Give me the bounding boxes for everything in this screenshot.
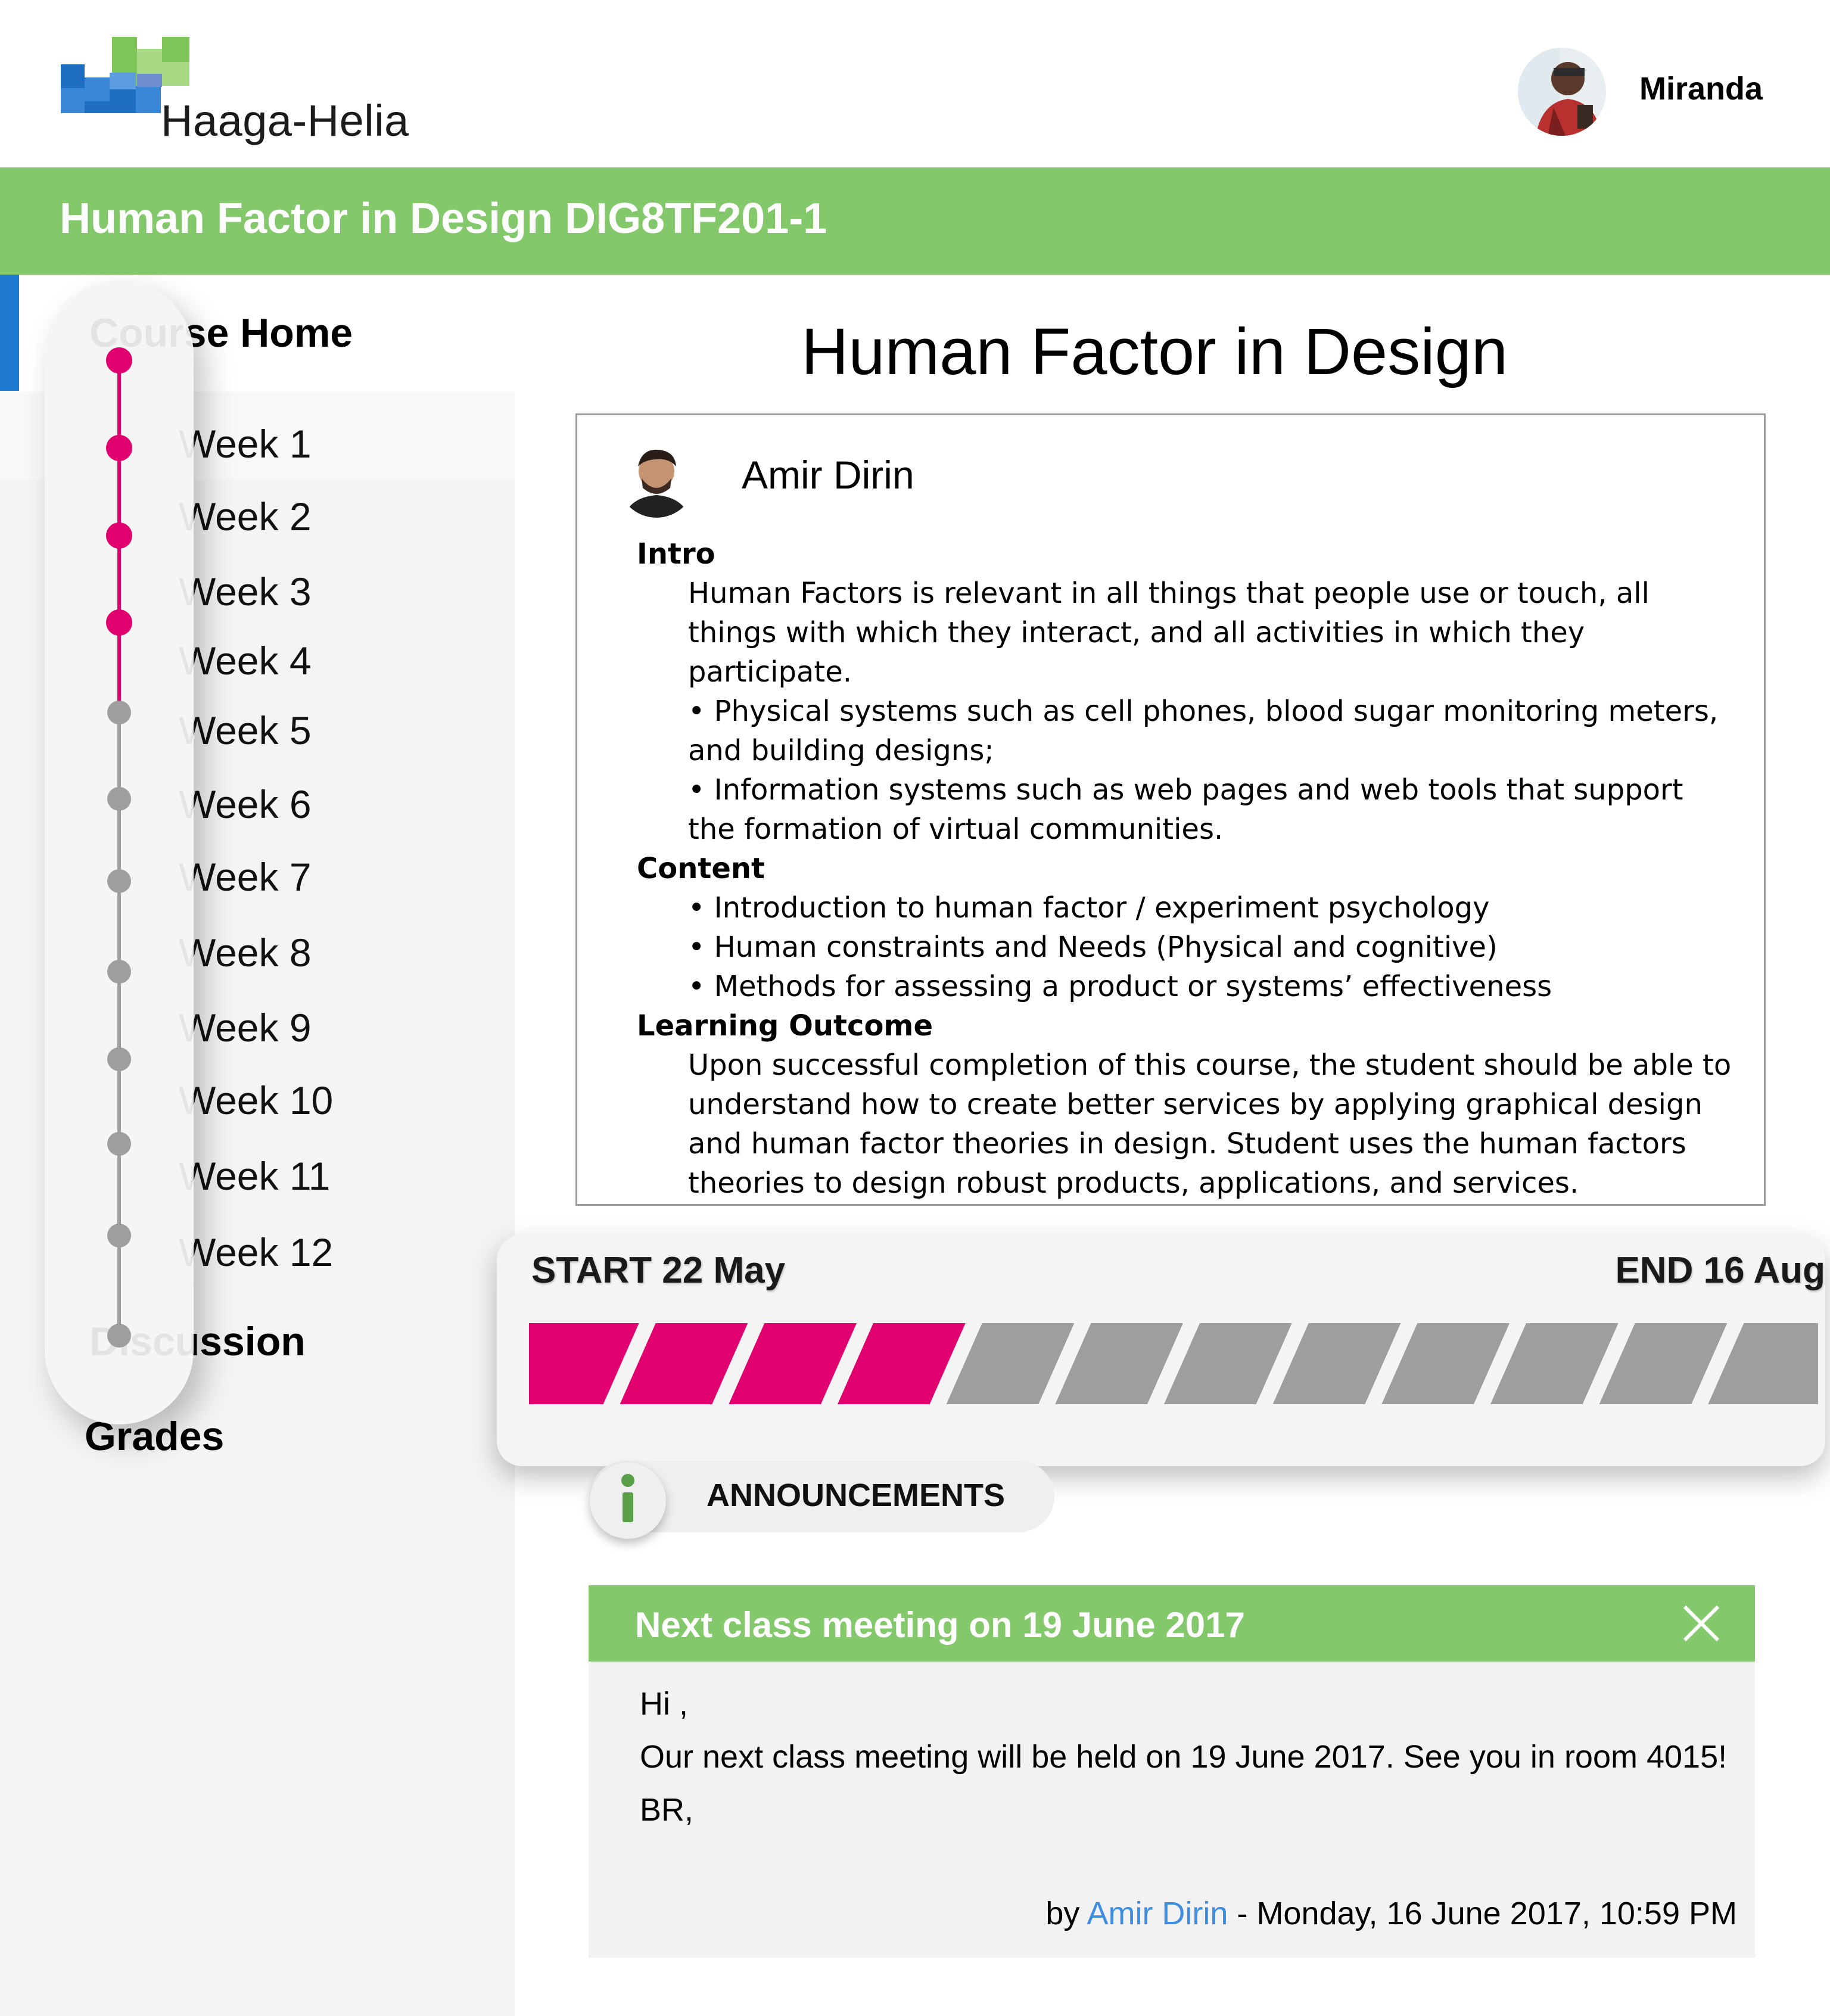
author-link[interactable]: Amir Dirin: [1087, 1896, 1228, 1931]
timeline-graphic: [106, 347, 132, 1348]
section-heading-content: Content: [637, 852, 765, 885]
announcement-signoff: BR,: [640, 1792, 694, 1828]
logo-text: Haaga-Helia: [161, 96, 409, 145]
sidebar-item-week-12[interactable]: Week 12: [179, 1230, 333, 1275]
intro-bullet: • Physical systems such as cell phones, …: [688, 695, 1719, 767]
announcement-greeting: Hi ,: [640, 1686, 688, 1722]
timeline-node-week-11: [107, 1224, 131, 1247]
timeline-node-week-4: [106, 609, 132, 636]
timeline-node-week-10: [107, 1132, 131, 1156]
by-label: by: [1045, 1896, 1080, 1931]
progress-segment-11: [1599, 1323, 1728, 1404]
timeline-node-week-9: [107, 1047, 131, 1071]
sidebar-item-week-5[interactable]: Week 5: [179, 708, 312, 753]
week-progress-timeline: [45, 281, 194, 1424]
announcement-title: Next class meeting on 19 June 2017: [635, 1605, 1245, 1645]
timeline-node-week-6: [107, 787, 131, 811]
progress-segment-6: [1055, 1323, 1183, 1404]
close-icon[interactable]: [1682, 1604, 1720, 1642]
timeline-node-week-5: [107, 701, 131, 724]
section-heading-intro: Intro: [637, 537, 715, 571]
timeline-node-week-1: [106, 347, 132, 374]
announcements-label[interactable]: ANNOUNCEMENTS: [707, 1477, 1005, 1514]
progress-segment-7: [1164, 1323, 1292, 1404]
course-title-bar: Human Factor in Design DIG8TF201-1: [0, 167, 1830, 275]
sidebar-item-week-3[interactable]: Week 3: [179, 569, 312, 614]
announcement-card: Next class meeting on 19 June 2017 Hi , …: [589, 1585, 1755, 1958]
course-progress-bar: [529, 1323, 1818, 1404]
course-description: Intro Human Factors is relevant in all t…: [637, 534, 1733, 1203]
course-progress-panel: START 22 May END 16 Aug: [497, 1235, 1825, 1466]
teacher-avatar[interactable]: [618, 440, 695, 518]
course-info-box: Amir Dirin Intro Human Factors is releva…: [575, 413, 1766, 1206]
sidebar-active-indicator: [0, 275, 19, 391]
announcement-header: Next class meeting on 19 June 2017: [589, 1585, 1755, 1662]
haaga-helia-logo[interactable]: Haaga-Helia: [60, 36, 409, 149]
header: Haaga-Helia Miranda: [0, 0, 1830, 167]
sidebar-item-week-9[interactable]: Week 9: [179, 1005, 312, 1050]
announcement-date: - Monday, 16 June 2017, 10:59 PM: [1228, 1896, 1737, 1931]
intro-bullet: • Information systems such as web pages …: [688, 773, 1683, 846]
progress-segment-5: [946, 1323, 1075, 1404]
course-start-label: START 22 May: [531, 1250, 786, 1291]
timeline-node-week-3: [106, 522, 132, 549]
progress-segment-9: [1381, 1323, 1510, 1404]
sidebar-item-week-7[interactable]: Week 7: [179, 854, 312, 900]
progress-segment-3: [729, 1323, 857, 1404]
learning-outcome-text: Upon successful completion of this cours…: [688, 1049, 1732, 1200]
teacher-name[interactable]: Amir Dirin: [742, 452, 914, 497]
content-bullet: • Methods for assessing a product or sys…: [688, 970, 1552, 1003]
progress-segment-10: [1490, 1323, 1619, 1404]
announcement-body: Our next class meeting will be held on 1…: [640, 1739, 1728, 1775]
section-heading-learning-outcome: Learning Outcome: [637, 1009, 933, 1043]
user-name[interactable]: Miranda: [1639, 70, 1763, 107]
user-photo: [1518, 48, 1606, 136]
intro-text: Human Factors is relevant in all things …: [688, 577, 1650, 689]
timeline-node-week-7: [107, 869, 131, 893]
progress-segment-1: [529, 1323, 639, 1404]
content-bullet: • Human constraints and Needs (Physical …: [688, 931, 1498, 964]
progress-segment-2: [620, 1323, 748, 1404]
teacher-photo: [618, 440, 695, 518]
user-avatar[interactable]: [1518, 48, 1606, 136]
announcement-footer: by Amir Dirin - Monday, 16 June 2017, 10…: [1045, 1895, 1737, 1932]
progress-segment-4: [838, 1323, 966, 1404]
sidebar-item-week-8[interactable]: Week 8: [179, 930, 312, 975]
page-title: Human Factor in Design: [801, 315, 1508, 388]
timeline-node-week-2: [106, 435, 132, 461]
sidebar-item-week-11[interactable]: Week 11: [179, 1153, 330, 1199]
info-icon[interactable]: [590, 1463, 666, 1539]
course-title: Human Factor in Design DIG8TF201-1: [60, 195, 827, 242]
content-bullet: • Introduction to human factor / experim…: [688, 891, 1490, 925]
progress-segment-8: [1272, 1323, 1401, 1404]
sidebar-item-week-1[interactable]: Week 1: [179, 421, 312, 466]
sidebar-item-week-6[interactable]: Week 6: [179, 782, 312, 827]
course-end-label: END 16 Aug: [1615, 1250, 1825, 1291]
timeline-node-week-12: [107, 1324, 131, 1348]
timeline-node-week-8: [107, 960, 131, 984]
sidebar-item-week-10[interactable]: Week 10: [179, 1078, 333, 1123]
progress-segment-12: [1708, 1323, 1818, 1404]
sidebar-item-week-2[interactable]: Week 2: [179, 494, 312, 539]
sidebar-item-week-4[interactable]: Week 4: [179, 638, 312, 683]
